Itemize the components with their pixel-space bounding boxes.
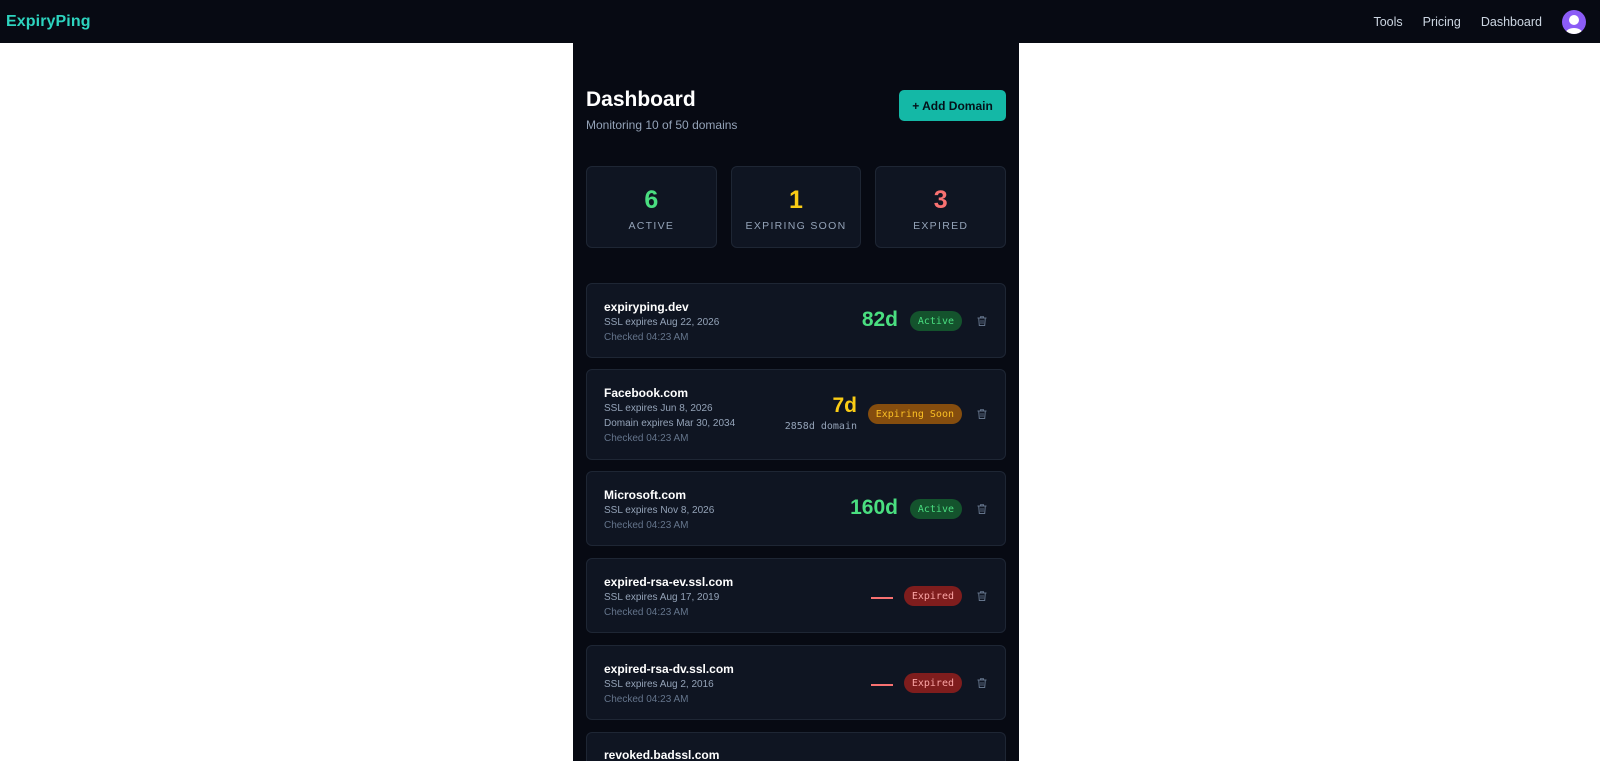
brand-logo[interactable]: ExpiryPing (6, 13, 91, 31)
domain-card[interactable]: expired-rsa-ev.ssl.com SSL expires Aug 1… (586, 558, 1006, 633)
stat-expiring-label: EXPIRING SOON (745, 220, 847, 232)
domain-name: expired-rsa-dv.ssl.com (604, 662, 734, 676)
stats-row: 6 ACTIVE 1 EXPIRING SOON 3 EXPIRED (586, 166, 1007, 248)
stat-expired-label: EXPIRED (913, 220, 969, 232)
ssl-expiry: SSL expires Jun 8, 2026 (604, 403, 713, 414)
domain-card[interactable]: Microsoft.com SSL expires Nov 8, 2026 Ch… (586, 471, 1006, 546)
top-navbar: ExpiryPing Tools Pricing Dashboard (0, 0, 1600, 43)
domain-name: Microsoft.com (604, 488, 687, 502)
trash-icon[interactable] (976, 503, 988, 515)
days-remaining: 82d (861, 308, 898, 331)
stat-expired-count: 3 (933, 186, 948, 214)
status-badge: Expiring Soon (867, 404, 962, 424)
no-days-dash (871, 684, 893, 686)
domain-card[interactable]: revoked.badssl.com (586, 732, 1006, 762)
domain-days-remaining: 2858d domain (784, 421, 857, 432)
checked-time: Checked 04:23 AM (604, 332, 689, 343)
domain-card[interactable]: expiryping.dev SSL expires Aug 22, 2026 … (586, 283, 1006, 358)
trash-icon[interactable] (976, 408, 988, 420)
domain-name: expired-rsa-ev.ssl.com (604, 575, 734, 589)
nav-dashboard-link[interactable]: Dashboard (1481, 15, 1542, 29)
stat-expiring-count: 1 (789, 186, 803, 214)
stat-card-expiring-soon: 1 EXPIRING SOON (730, 166, 862, 248)
days-remaining: 160d (850, 496, 898, 519)
trash-icon[interactable] (976, 315, 988, 327)
domain-expiry: Domain expires Mar 30, 2034 (604, 418, 736, 429)
trash-icon[interactable] (976, 677, 988, 689)
dashboard-header: Dashboard Monitoring 10 of 50 domains + … (586, 88, 1006, 133)
checked-time: Checked 04:23 AM (604, 433, 689, 444)
monitoring-count: Monitoring 10 of 50 domains (586, 118, 738, 132)
stat-card-expired: 3 EXPIRED (875, 166, 1007, 248)
dashboard-panel: Dashboard Monitoring 10 of 50 domains + … (573, 43, 1019, 762)
status-badge: Expired (903, 673, 962, 693)
checked-time: Checked 04:23 AM (604, 520, 689, 531)
domain-card[interactable]: Facebook.com SSL expires Jun 8, 2026 Dom… (586, 369, 1006, 460)
ssl-expiry: SSL expires Aug 22, 2026 (604, 317, 720, 328)
trash-icon[interactable] (976, 590, 988, 602)
stat-active-label: ACTIVE (628, 220, 675, 232)
nav-pricing-link[interactable]: Pricing (1423, 15, 1461, 29)
stat-card-active: 6 ACTIVE (586, 166, 717, 248)
ssl-expiry: SSL expires Aug 2, 2016 (604, 679, 714, 690)
status-badge: Active (909, 311, 962, 331)
ssl-expiry: SSL expires Nov 8, 2026 (604, 505, 715, 516)
days-remaining: 7d (832, 394, 857, 417)
user-avatar-icon[interactable] (1562, 9, 1586, 34)
nav-tools-link[interactable]: Tools (1373, 15, 1402, 29)
checked-time: Checked 04:23 AM (604, 607, 689, 618)
domain-name: Facebook.com (604, 386, 689, 400)
stat-active-count: 6 (644, 186, 659, 214)
domain-card[interactable]: expired-rsa-dv.ssl.com SSL expires Aug 2… (586, 645, 1006, 720)
page-title: Dashboard (586, 88, 696, 111)
checked-time: Checked 04:23 AM (604, 694, 689, 705)
add-domain-button[interactable]: + Add Domain (899, 90, 1006, 121)
domain-name: expiryping.dev (604, 300, 689, 314)
ssl-expiry: SSL expires Aug 17, 2019 (604, 592, 720, 603)
nav-links: Tools Pricing Dashboard (1353, 9, 1594, 34)
status-badge: Active (909, 499, 962, 519)
status-badge: Expired (903, 586, 962, 606)
no-days-dash (871, 597, 893, 599)
